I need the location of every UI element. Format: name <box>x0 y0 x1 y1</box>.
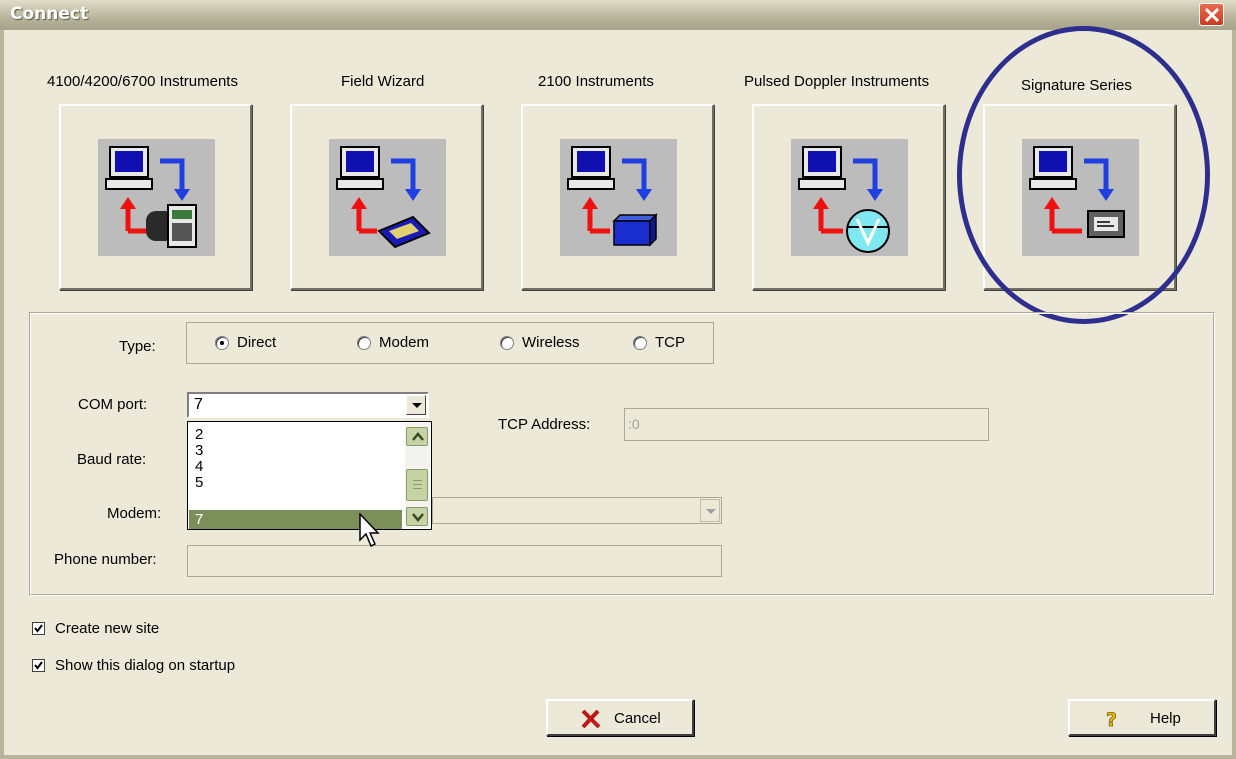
chevron-down-icon <box>412 513 424 522</box>
instrument-label-pulsed-doppler: Pulsed Doppler Instruments <box>744 73 930 90</box>
instrument-button-4100[interactable] <box>59 104 252 290</box>
modem-select[interactable] <box>432 497 722 524</box>
pulsed-doppler-icon <box>791 139 908 256</box>
chevron-up-icon <box>412 432 424 441</box>
instrument-button-pulsed-doppler[interactable] <box>752 104 945 290</box>
modem-chevron-down-icon[interactable] <box>700 499 720 522</box>
com-port-label: COM port: <box>78 396 148 413</box>
radio-modem-label: Modem <box>379 334 430 351</box>
radio-tcp-indicator <box>633 335 647 350</box>
close-button[interactable] <box>1199 3 1224 26</box>
tcp-address-value: :0 <box>628 416 640 432</box>
radio-direct-indicator <box>215 335 229 350</box>
modem-label: Modem: <box>107 505 162 522</box>
create-new-site-checkbox[interactable]: Create new site <box>32 620 159 637</box>
baud-rate-label: Baud rate: <box>77 451 147 468</box>
window-title: Connect <box>10 4 89 24</box>
create-new-site-label: Create new site <box>55 620 160 637</box>
radio-wireless[interactable]: Wireless <box>500 334 580 351</box>
field-wizard-icon <box>329 139 446 256</box>
radio-tcp[interactable]: TCP <box>633 334 685 351</box>
com-port-dropdown-list[interactable]: 2 3 4 5 7 <box>187 421 432 530</box>
title-bar: Connect <box>0 0 1236 30</box>
com-port-option[interactable]: 3 <box>195 443 203 459</box>
help-icon: ? <box>1106 709 1118 729</box>
mouse-cursor-icon <box>359 513 380 548</box>
window-frame-right <box>1232 30 1236 759</box>
scroll-up-button[interactable] <box>406 427 428 446</box>
chevron-down-icon[interactable] <box>406 395 426 415</box>
instrument-label-field-wizard: Field Wizard <box>341 73 425 90</box>
close-icon <box>1204 7 1220 23</box>
cancel-button-label: Cancel <box>614 710 661 727</box>
scroll-down-button[interactable] <box>406 507 428 526</box>
help-button[interactable]: ? Help <box>1068 699 1216 736</box>
radio-direct-label: Direct <box>237 334 277 351</box>
com-port-option[interactable]: 4 <box>195 459 203 475</box>
instrument-button-2100[interactable] <box>521 104 714 290</box>
radio-wireless-indicator <box>500 335 514 350</box>
show-dialog-label: Show this dialog on startup <box>55 657 236 674</box>
tcp-address-label: TCP Address: <box>498 416 591 433</box>
show-dialog-check-icon <box>32 659 45 672</box>
com-port-value: 7 <box>194 396 203 413</box>
window-frame-left <box>0 30 4 759</box>
phone-number-field[interactable] <box>187 545 722 577</box>
radio-tcp-label: TCP <box>655 334 685 351</box>
create-new-site-check-icon <box>32 622 45 635</box>
instrument-label-2100: 2100 Instruments <box>538 73 654 90</box>
window-frame-bottom <box>0 755 1236 759</box>
highlight-circle <box>957 26 1210 324</box>
cancel-button[interactable]: Cancel <box>546 699 694 736</box>
com-port-option[interactable]: 5 <box>195 475 203 491</box>
cancel-x-icon <box>581 709 601 729</box>
scroll-thumb[interactable] <box>406 469 428 501</box>
instrument-label-4100: 4100/4200/6700 Instruments <box>47 73 238 90</box>
2100-instrument-icon <box>560 139 677 256</box>
4100-instrument-icon <box>98 139 215 256</box>
tcp-address-field[interactable]: :0 <box>624 408 989 441</box>
com-port-option[interactable]: 2 <box>195 427 203 443</box>
instrument-button-field-wizard[interactable] <box>290 104 483 290</box>
dropdown-scrollbar[interactable] <box>405 423 430 528</box>
radio-direct[interactable]: Direct <box>215 334 276 351</box>
help-button-label: Help <box>1150 710 1181 727</box>
com-port-option-selected-label: 7 <box>195 511 204 528</box>
radio-modem[interactable]: Modem <box>357 334 429 351</box>
com-port-select[interactable]: 7 <box>187 392 429 418</box>
type-label: Type: <box>119 338 156 355</box>
radio-modem-indicator <box>357 335 371 350</box>
phone-number-label: Phone number: <box>54 551 157 568</box>
show-dialog-on-startup-checkbox[interactable]: Show this dialog on startup <box>32 657 235 674</box>
svg-text:?: ? <box>1106 709 1117 729</box>
radio-wireless-label: Wireless <box>522 334 580 351</box>
